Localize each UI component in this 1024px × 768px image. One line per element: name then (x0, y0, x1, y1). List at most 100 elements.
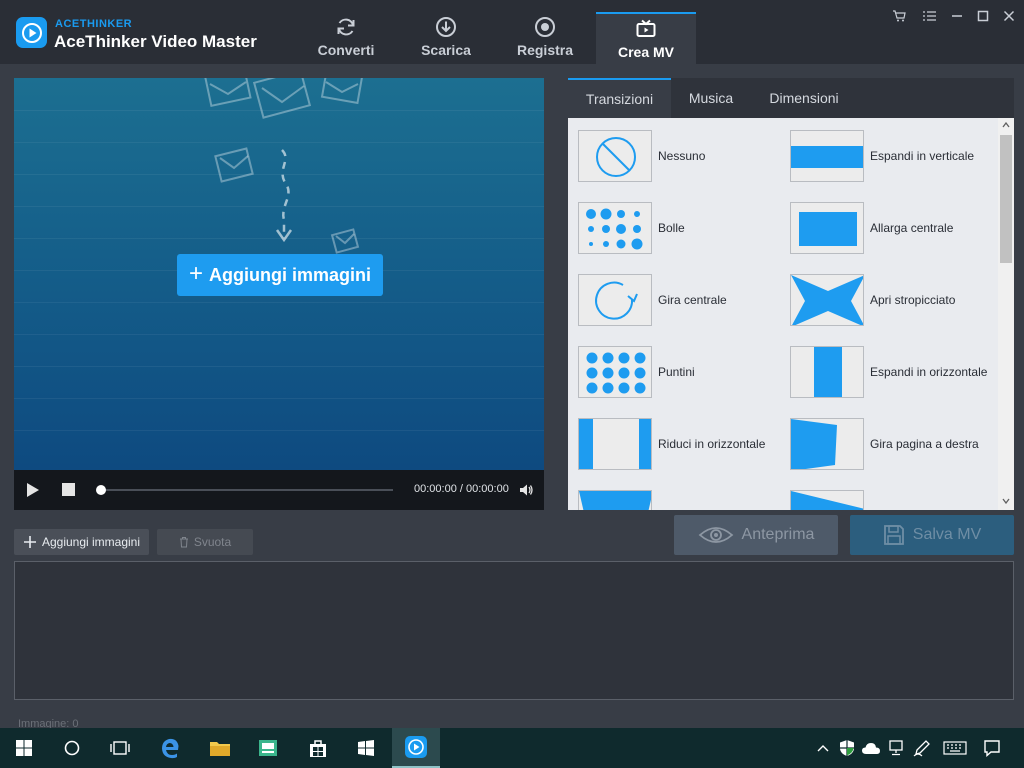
scroll-up-icon[interactable] (1002, 121, 1010, 130)
save-mv-button-label: Salva MV (912, 526, 982, 543)
transition-label: Espandi in orizzontale (870, 365, 988, 379)
tab-label: Registra (516, 42, 574, 58)
printer-app-icon[interactable] (244, 728, 292, 768)
add-images-button[interactable]: Aggiungi immagini (14, 529, 149, 555)
expand-vertical-icon (790, 130, 864, 182)
save-mv-button[interactable]: Salva MV (850, 515, 1014, 555)
brand-name: ACETHINKER (55, 18, 133, 30)
progress-track[interactable] (100, 489, 393, 491)
play-icon[interactable] (26, 482, 40, 498)
rotate-center-icon (578, 274, 652, 326)
store-icon[interactable] (294, 728, 342, 768)
transition-label: Bolle (658, 221, 685, 235)
preview-button[interactable]: Anteprima (674, 515, 838, 555)
transition-label: Puntini (658, 365, 695, 379)
page-turn-right-icon (790, 418, 864, 470)
preview-button-label: Anteprima (741, 526, 815, 543)
taskbar (0, 728, 1024, 768)
menu-icon[interactable] (918, 6, 940, 26)
notifications-icon[interactable] (982, 738, 1002, 758)
transition-riduci-orizzontale[interactable]: Riduci in orizzontale (578, 417, 788, 471)
transition-gira-pagina-destra[interactable]: Gira pagina a destra (790, 417, 1000, 471)
transition-allarga-centrale[interactable]: Allarga centrale (790, 201, 1000, 255)
add-images-main-button[interactable]: + Aggiungi immagini (177, 254, 383, 296)
preview-area[interactable]: + Aggiungi immagini (14, 78, 544, 470)
clear-button[interactable]: Svuota (157, 529, 253, 555)
settings-tabs: Transizioni Musica Dimensioni (568, 78, 1014, 118)
edge-browser-icon[interactable] (146, 728, 194, 768)
file-explorer-icon[interactable] (196, 728, 244, 768)
transition-label: Espandi in verticale (870, 149, 975, 163)
network-icon[interactable] (886, 738, 906, 758)
minimize-icon[interactable] (946, 6, 968, 26)
crumple-open-icon (790, 274, 864, 326)
transition-label: Gira centrale (658, 293, 727, 307)
transition-label: Apri stropicciato (870, 293, 956, 307)
progress-knob[interactable] (96, 485, 106, 495)
diagonal-wipe-icon (790, 490, 864, 510)
trapezoid-icon (578, 490, 652, 510)
tab-dimensioni[interactable]: Dimensioni (751, 78, 857, 118)
task-view-icon[interactable] (96, 728, 144, 768)
tab-label: Crea MV (617, 44, 675, 60)
record-icon (495, 12, 595, 38)
tab-scarica[interactable]: Scarica (396, 12, 496, 64)
add-images-button-label: Aggiungi immagini (41, 535, 141, 549)
transition-gira-centrale[interactable]: Gira centrale (578, 273, 788, 327)
transition-label: Nessuno (658, 149, 706, 163)
cart-icon[interactable] (888, 6, 910, 26)
clear-button-label: Svuota (193, 535, 232, 549)
bubbles-icon (578, 202, 652, 254)
scroll-down-icon[interactable] (1002, 498, 1010, 506)
windows-start-icon[interactable] (0, 728, 48, 768)
transitions-panel: Nessuno Espandi in verticale Bolle Allar… (568, 118, 1014, 510)
transition-label: Riduci in orizzontale (658, 437, 766, 451)
plus-icon: + (188, 260, 203, 287)
transition-partial-2[interactable] (790, 489, 1000, 510)
keyboard-icon[interactable] (942, 738, 968, 758)
title-bar: ACETHINKER AceThinker Video Master Conve… (0, 0, 1024, 64)
app-logo-icon (16, 17, 47, 48)
transition-espandi-verticale[interactable]: Espandi in verticale (790, 129, 1000, 183)
app-title: AceThinker Video Master (54, 32, 257, 51)
transition-nessuno[interactable]: Nessuno (578, 129, 788, 183)
expand-horizontal-icon (790, 346, 864, 398)
tab-label: Scarica (421, 42, 471, 58)
windows-app-icon[interactable] (342, 728, 390, 768)
tab-crea-mv[interactable]: Crea MV (596, 12, 696, 64)
image-list-area[interactable] (14, 561, 1014, 700)
maximize-icon[interactable] (972, 6, 994, 26)
stop-icon[interactable] (62, 483, 75, 496)
transition-espandi-orizzontale[interactable]: Espandi in orizzontale (790, 345, 1000, 399)
search-circle-icon[interactable] (48, 728, 96, 768)
widen-center-icon (790, 202, 864, 254)
dots-icon (578, 346, 652, 398)
tab-transizioni[interactable]: Transizioni (568, 78, 671, 118)
transition-label: Allarga centrale (870, 221, 954, 235)
save-icon (883, 525, 904, 545)
security-shield-icon[interactable] (837, 738, 857, 758)
download-icon (396, 12, 496, 38)
pen-icon[interactable] (912, 738, 932, 758)
tray-chevron-up-icon[interactable] (813, 738, 833, 758)
shrink-horizontal-icon (578, 418, 652, 470)
trash-icon (179, 537, 188, 548)
close-icon[interactable] (998, 6, 1020, 26)
cloud-icon[interactable] (861, 738, 881, 758)
transition-bolle[interactable]: Bolle (578, 201, 788, 255)
refresh-icon (296, 12, 396, 38)
volume-icon[interactable] (518, 482, 534, 498)
tv-icon (596, 14, 696, 40)
tab-label: Converti (317, 42, 375, 58)
player-bar: 00:00:00 / 00:00:00 (14, 470, 544, 510)
add-images-label: Aggiungi immagini (209, 264, 371, 285)
transition-apri-stropicciato[interactable]: Apri stropicciato (790, 273, 1000, 327)
tab-converti[interactable]: Converti (296, 12, 396, 64)
transition-puntini[interactable]: Puntini (578, 345, 788, 399)
acethinker-taskbar-icon[interactable] (392, 728, 440, 768)
transition-partial-1[interactable] (578, 489, 788, 510)
transitions-scrollbar[interactable] (998, 118, 1014, 510)
tab-registra[interactable]: Registra (495, 12, 595, 64)
tab-musica[interactable]: Musica (671, 78, 751, 118)
scroll-thumb[interactable] (1000, 135, 1012, 263)
